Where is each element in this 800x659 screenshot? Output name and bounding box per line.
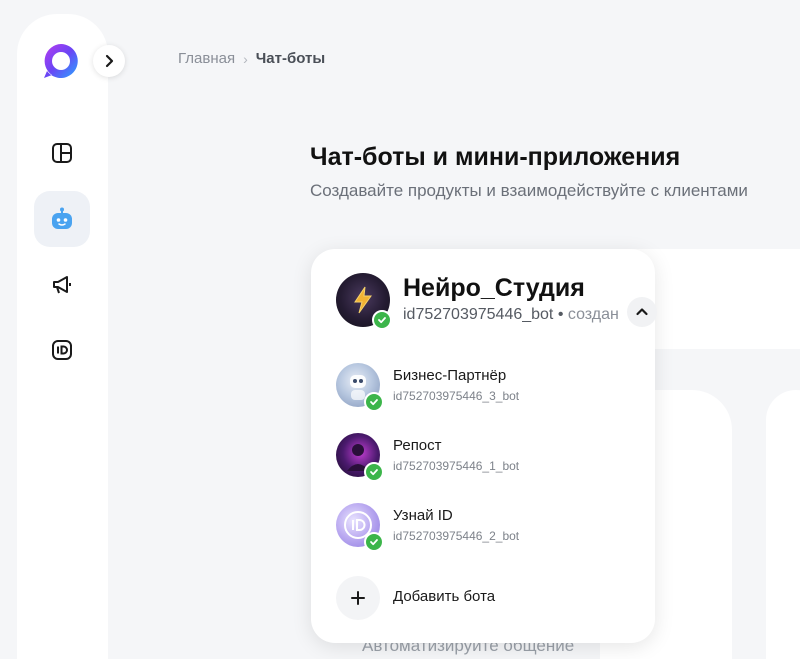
chevron-right-icon bbox=[105, 54, 114, 68]
current-bot: Нейро_Студия id752703975446_bot • создан bbox=[336, 273, 657, 333]
meta-separator: • bbox=[557, 306, 564, 323]
current-bot-name: Нейро_Студия bbox=[403, 274, 585, 302]
bot-name: Репост bbox=[393, 437, 442, 454]
sidebar-item-dashboard[interactable] bbox=[34, 125, 90, 181]
sidebar-item-promotion[interactable] bbox=[34, 257, 90, 313]
breadcrumb-current: Чат-боты bbox=[255, 50, 326, 67]
verified-check-icon bbox=[372, 310, 392, 330]
bot-list-item[interactable]: Узнай ID id752703975446_2_bot bbox=[336, 503, 636, 552]
add-bot-button[interactable]: Добавить бота bbox=[336, 576, 636, 620]
app-logo[interactable] bbox=[41, 41, 81, 81]
sidebar-item-id[interactable] bbox=[34, 322, 90, 378]
current-bot-id: id752703975446_bot bbox=[403, 306, 554, 323]
bot-id: id752703975446_1_bot bbox=[393, 459, 520, 473]
bot-id: id752703975446_2_bot bbox=[393, 529, 520, 543]
id-icon bbox=[52, 340, 72, 360]
robot-icon bbox=[52, 207, 72, 229]
megaphone-icon bbox=[53, 276, 71, 294]
current-bot-meta: id752703975446_bot • создан bbox=[403, 306, 653, 324]
plus-icon bbox=[351, 591, 365, 605]
verified-check-icon bbox=[364, 392, 384, 412]
current-bot-avatar bbox=[336, 273, 392, 330]
page-title: Чат-боты и мини-приложения bbox=[310, 143, 681, 171]
breadcrumb-separator: › bbox=[243, 50, 248, 67]
verified-check-icon bbox=[364, 532, 384, 552]
collapse-button[interactable] bbox=[627, 297, 657, 327]
bot-list-item[interactable]: Бизнес-Партнёр id752703975446_3_bot bbox=[336, 363, 636, 412]
verified-check-icon bbox=[364, 462, 384, 482]
sidebar-item-chatbots[interactable] bbox=[34, 191, 90, 247]
breadcrumb: Главная › Чат-боты bbox=[178, 50, 325, 67]
bot-id: id752703975446_3_bot bbox=[393, 389, 520, 403]
dashboard-icon bbox=[52, 143, 72, 163]
chevron-up-icon bbox=[636, 308, 648, 316]
bot-switcher-dropdown: Нейро_Студия id752703975446_bot • создан… bbox=[311, 249, 657, 643]
add-circle bbox=[336, 576, 380, 620]
page-subtitle: Создавайте продукты и взаимодействуйте с… bbox=[310, 181, 748, 200]
add-bot-label: Добавить бота bbox=[393, 588, 496, 605]
bot-name: Бизнес-Партнёр bbox=[393, 367, 507, 384]
bot-list-item[interactable]: Репост id752703975446_1_bot bbox=[336, 433, 636, 482]
current-bot-status: создан bbox=[567, 306, 619, 323]
background-card bbox=[766, 390, 800, 659]
sidebar bbox=[17, 14, 108, 659]
breadcrumb-home-link[interactable]: Главная bbox=[178, 50, 235, 67]
bot-name: Узнай ID bbox=[393, 507, 453, 524]
lightning-icon bbox=[354, 286, 372, 314]
sidebar-expand-button[interactable] bbox=[93, 45, 125, 77]
